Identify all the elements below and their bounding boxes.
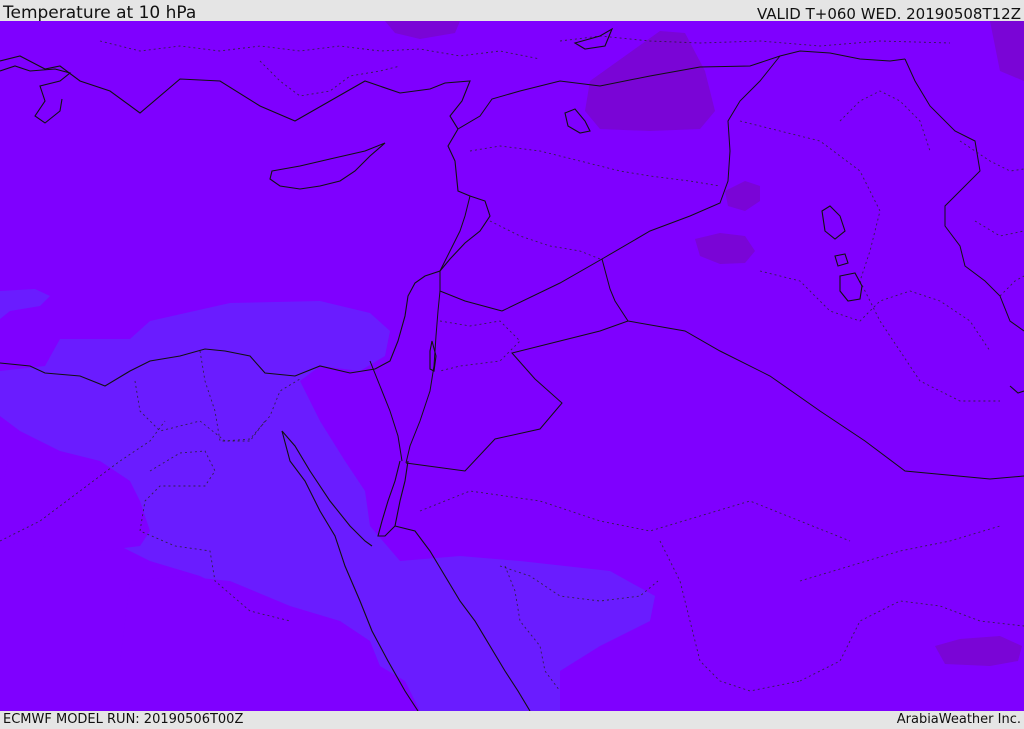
credit: ArabiaWeather Inc. [896, 712, 1021, 727]
temperature-field-svg [0, 21, 1024, 711]
map-header: Temperature at 10 hPa VALID T+060 WED. 2… [0, 0, 1024, 23]
model-run: ECMWF MODEL RUN: 20190506T00Z [3, 712, 244, 727]
map-footer: ECMWF MODEL RUN: 20190506T00Z ArabiaWeat… [0, 711, 1024, 729]
map-title: Temperature at 10 hPa [3, 3, 197, 23]
weather-map[interactable] [0, 21, 1024, 711]
